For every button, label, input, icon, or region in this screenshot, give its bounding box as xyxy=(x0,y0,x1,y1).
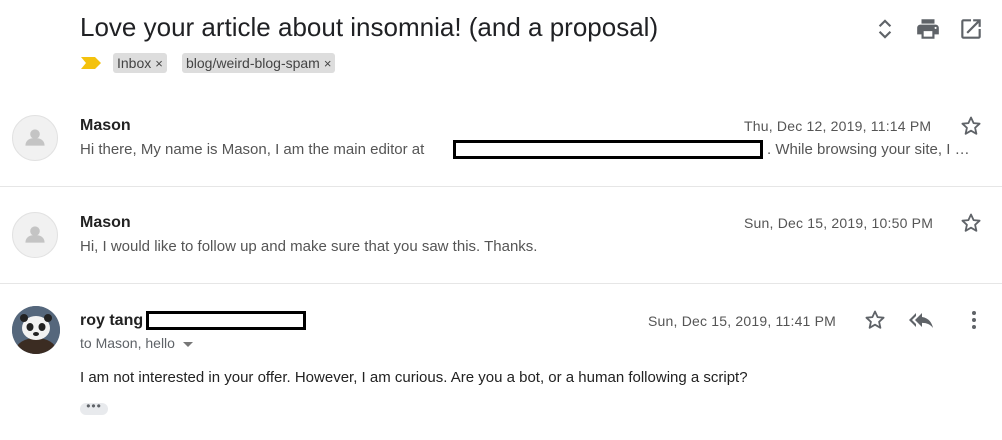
recipients-line: to Mason, hello xyxy=(80,335,193,351)
snippet-continuation: . While browsing your site, I … xyxy=(767,141,970,158)
label-name: Inbox xyxy=(117,55,152,71)
reply-all-icon[interactable] xyxy=(909,308,937,332)
redacted-block xyxy=(146,311,306,330)
more-options-icon[interactable] xyxy=(962,308,978,332)
star-icon[interactable] xyxy=(959,114,983,138)
show-trimmed-content-button[interactable]: ••• xyxy=(80,400,108,415)
expand-collapse-icon[interactable] xyxy=(872,16,898,42)
sender-name[interactable]: Mason xyxy=(80,117,131,135)
thread-toolbar xyxy=(872,16,984,44)
message-divider xyxy=(0,186,1002,187)
label-chip-blog-weird-blog-spam[interactable]: blog/weird-blog-spam × xyxy=(182,53,336,73)
remove-label-icon[interactable]: × xyxy=(155,56,163,71)
sender-name[interactable]: Mason xyxy=(80,214,131,232)
message-collapsed[interactable]: Mason Hi there, My name is Mason, I am t… xyxy=(0,100,1002,186)
message-snippet: Hi, I would like to follow up and make s… xyxy=(80,238,538,255)
show-details-chevron-down-icon[interactable] xyxy=(182,341,193,347)
message-date: Sun, Dec 15, 2019, 10:50 PM xyxy=(744,215,934,231)
message-body: I am not interested in your offer. Howev… xyxy=(80,369,748,386)
remove-label-icon[interactable]: × xyxy=(324,56,332,71)
message-snippet: Hi there, My name is Mason, I am the mai… xyxy=(80,141,424,158)
snippet-text: Hi there, My name is Mason, I am the mai… xyxy=(80,141,425,158)
label-chip-inbox[interactable]: Inbox × xyxy=(113,53,167,73)
star-icon[interactable] xyxy=(959,211,983,235)
thread-subject: Love your article about insomnia! (and a… xyxy=(80,12,659,42)
message-date: Thu, Dec 12, 2019, 11:14 PM xyxy=(744,118,932,134)
redacted-block xyxy=(453,140,763,159)
sender-name[interactable]: roy tang xyxy=(80,312,143,330)
star-icon[interactable] xyxy=(863,308,887,332)
avatar xyxy=(12,212,58,258)
message-date: Sun, Dec 15, 2019, 11:41 PM xyxy=(648,313,837,329)
message-collapsed[interactable]: Mason Hi, I would like to follow up and … xyxy=(0,197,1002,283)
importance-marker-icon[interactable] xyxy=(80,56,102,70)
message-expanded: roy tang Sun, Dec 15, 2019, 11:41 PM xyxy=(0,284,1002,440)
avatar xyxy=(12,115,58,161)
avatar[interactable] xyxy=(12,306,60,354)
recipients-text: to Mason, hello xyxy=(80,335,175,351)
open-in-new-window-icon[interactable] xyxy=(958,16,984,42)
print-icon[interactable] xyxy=(915,16,941,42)
label-name: blog/weird-blog-spam xyxy=(186,55,320,71)
